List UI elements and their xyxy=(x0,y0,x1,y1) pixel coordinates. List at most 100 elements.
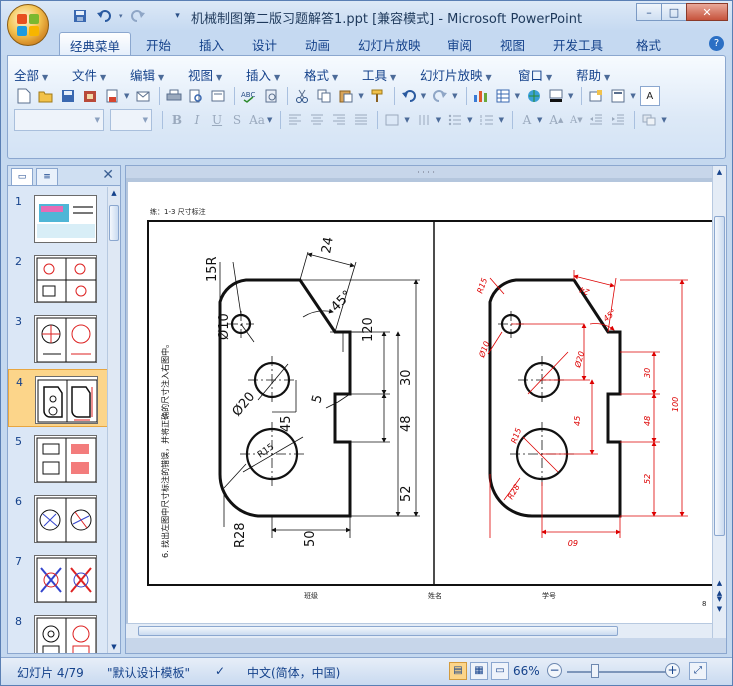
slide-thumbnail-1[interactable]: 1 xyxy=(8,189,108,247)
chevron-down-icon[interactable]: ▼ xyxy=(537,116,542,124)
tab-insert[interactable]: 插入 xyxy=(199,35,224,54)
permission-icon[interactable] xyxy=(80,86,100,106)
slide-thumbnail-7[interactable]: 7 xyxy=(8,549,108,607)
chevron-down-icon[interactable]: ▼ xyxy=(124,92,129,100)
fit-to-window-button[interactable]: ⤢ xyxy=(689,662,707,680)
chevron-down-icon[interactable]: ▼ xyxy=(515,92,520,100)
insert-chart-icon[interactable] xyxy=(471,86,491,106)
horizontal-scrollbar[interactable] xyxy=(126,623,712,638)
new-icon[interactable] xyxy=(14,86,34,106)
print2-icon[interactable] xyxy=(208,86,228,106)
copy-icon[interactable] xyxy=(314,86,334,106)
decrease-indent-icon[interactable] xyxy=(586,110,606,130)
underline-button[interactable]: U xyxy=(207,110,227,130)
font-size-combo[interactable]: ▼ xyxy=(110,109,152,131)
shrink-font-button[interactable]: A ▼ xyxy=(566,110,586,130)
scroll-up-icon[interactable]: ▲ xyxy=(713,166,726,178)
align-right-icon[interactable] xyxy=(329,110,349,130)
tab-slideshow[interactable]: 幻灯片放映 xyxy=(358,35,421,54)
scrollbar-thumb[interactable] xyxy=(109,205,119,241)
change-case-button[interactable]: Aa xyxy=(247,110,267,130)
text-direction-icon[interactable] xyxy=(382,110,402,130)
theme-name[interactable]: "默认设计模板" xyxy=(107,664,190,681)
cut-icon[interactable] xyxy=(292,86,312,106)
menu-window[interactable]: 窗口 ▼ xyxy=(518,65,576,84)
layout-icon[interactable] xyxy=(608,86,628,106)
chevron-down-icon[interactable]: ▼ xyxy=(404,116,409,124)
paste-icon[interactable] xyxy=(336,86,356,106)
close-button[interactable]: ✕ xyxy=(686,3,728,21)
text-icon[interactable]: A xyxy=(639,86,660,106)
zoom-in-icon[interactable]: + xyxy=(665,663,680,678)
menu-tools[interactable]: 工具 ▼ xyxy=(362,65,420,84)
hyperlink-icon[interactable] xyxy=(524,86,544,106)
zoom-level[interactable]: 66% xyxy=(513,664,540,678)
scroll-down-icon[interactable]: ▼ xyxy=(108,641,120,653)
scroll-up-icon[interactable]: ▲ xyxy=(108,187,120,199)
scrollbar-thumb[interactable] xyxy=(714,216,725,536)
tab-review[interactable]: 审阅 xyxy=(447,35,472,54)
tab-outline[interactable]: ≡ xyxy=(36,168,58,185)
preview-icon[interactable] xyxy=(186,86,206,106)
slide-thumbnail-3[interactable]: 3 xyxy=(8,309,108,367)
shadow-button[interactable]: S xyxy=(227,110,247,130)
tab-home[interactable]: 开始 xyxy=(146,35,171,54)
font-name-combo[interactable]: ▼ xyxy=(14,109,104,131)
spell-check-icon[interactable]: ✓ xyxy=(215,664,225,678)
align-left-icon[interactable] xyxy=(285,110,305,130)
minimize-button[interactable]: – xyxy=(636,3,662,21)
bold-button[interactable]: B xyxy=(167,110,187,130)
insert-table-icon[interactable] xyxy=(493,86,513,106)
italic-button[interactable]: I xyxy=(187,110,207,130)
tab-animations[interactable]: 动画 xyxy=(305,35,330,54)
tab-developer[interactable]: 开发工具 xyxy=(553,35,603,54)
research-icon[interactable] xyxy=(261,86,281,106)
tab-format[interactable]: 格式 xyxy=(636,35,661,54)
scrollbar-thumb[interactable] xyxy=(138,626,618,636)
print-icon[interactable] xyxy=(164,86,184,106)
tab-design[interactable]: 设计 xyxy=(252,35,277,54)
menu-insert[interactable]: 插入 ▼ xyxy=(246,65,304,84)
zoom-out-icon[interactable]: − xyxy=(547,663,562,678)
vertical-scrollbar[interactable]: ▲ ▲ ▲ ▼ ▼ xyxy=(712,166,726,638)
slideshow-view-button[interactable]: ▭ xyxy=(491,662,509,680)
undo-icon[interactable] xyxy=(399,86,419,106)
font-color-button[interactable]: A xyxy=(517,110,537,130)
chevron-down-icon[interactable]: ▼ xyxy=(499,116,504,124)
spelling-icon[interactable]: ABC xyxy=(239,86,259,106)
chevron-down-icon[interactable]: ▼ xyxy=(568,92,573,100)
arrange-icon[interactable] xyxy=(639,110,659,130)
menu-help[interactable]: 帮助 ▼ xyxy=(576,65,622,84)
slide-thumbnail-2[interactable]: 2 xyxy=(8,249,108,307)
chevron-down-icon[interactable]: ▼ xyxy=(267,116,272,124)
maximize-button[interactable]: □ xyxy=(661,3,687,21)
menu-slideshow[interactable]: 幻灯片放映 ▼ xyxy=(420,65,518,84)
justify-icon[interactable] xyxy=(351,110,371,130)
office-button[interactable] xyxy=(7,4,49,46)
align-text-icon[interactable] xyxy=(414,110,434,130)
pane-splitter[interactable]: · · · · xyxy=(126,169,726,177)
print-preview-icon[interactable] xyxy=(102,86,122,106)
slide-thumbnail-6[interactable]: 6 xyxy=(8,489,108,547)
chevron-down-icon[interactable]: ▼ xyxy=(467,116,472,124)
menu-format[interactable]: 格式 ▼ xyxy=(304,65,362,84)
align-center-icon[interactable] xyxy=(307,110,327,130)
slides-pane-scrollbar[interactable]: ▲ ▼ xyxy=(107,187,120,653)
menu-file[interactable]: 文件 ▼ xyxy=(72,65,130,84)
grow-font-button[interactable]: A ▲ xyxy=(546,110,566,130)
numbering-icon[interactable] xyxy=(477,110,497,130)
slide[interactable]: 15R 24 45° 120 Ø10 Ø20 45 5 30 48 R15 52… xyxy=(128,182,712,626)
email-icon[interactable] xyxy=(133,86,153,106)
slide-thumbnail-5[interactable]: 5 xyxy=(8,429,108,487)
tab-slides[interactable]: ▭ xyxy=(11,168,33,185)
open-icon[interactable] xyxy=(36,86,56,106)
bullets-icon[interactable] xyxy=(445,110,465,130)
increase-indent-icon[interactable] xyxy=(608,110,628,130)
tab-classic-menu[interactable]: 经典菜单 xyxy=(59,32,132,57)
zoom-slider-thumb[interactable] xyxy=(591,664,599,678)
chevron-down-icon[interactable]: ▼ xyxy=(630,92,635,100)
slide-sorter-view-button[interactable]: ▦ xyxy=(470,662,488,680)
save-icon[interactable] xyxy=(58,86,78,106)
new-slide-icon[interactable] xyxy=(586,86,606,106)
fill-color-icon[interactable] xyxy=(546,86,566,106)
